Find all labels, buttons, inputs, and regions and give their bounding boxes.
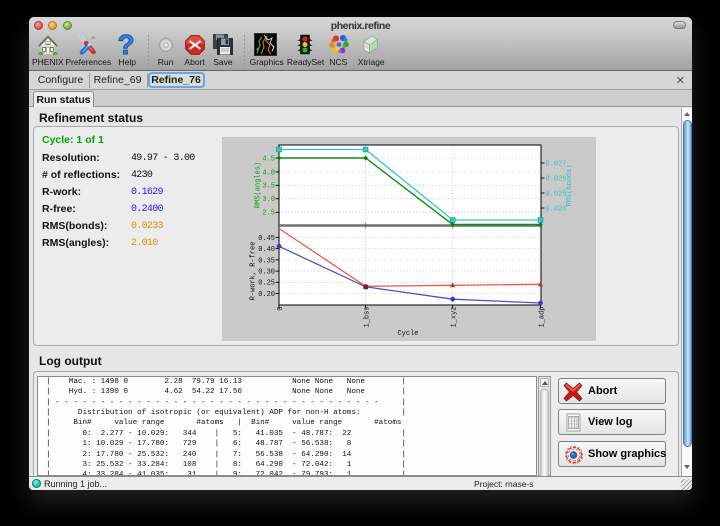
svg-text:1_bss: 1_bss (363, 307, 371, 328)
svg-text:1_xyz: 1_xyz (451, 307, 459, 328)
svg-text:Cycle: Cycle (397, 330, 418, 338)
svg-text:0.025: 0.025 (546, 190, 567, 198)
svg-text:0.024: 0.024 (546, 205, 567, 213)
svg-text:4.0: 4.0 (262, 169, 275, 177)
svg-text:RMS(angles): RMS(angles) (255, 162, 263, 208)
svg-text:0.027: 0.027 (546, 160, 567, 168)
svg-text:0.026: 0.026 (546, 175, 567, 183)
svg-text:0: 0 (277, 307, 285, 311)
svg-text:3.0: 3.0 (262, 196, 275, 204)
svg-text:1_adp: 1_adp (538, 307, 546, 328)
svg-text:RMS(bonds): RMS(bonds) (566, 164, 574, 206)
svg-text:?: ? (117, 31, 134, 57)
svg-text:0.20: 0.20 (258, 291, 275, 299)
svg-text:3.5: 3.5 (262, 183, 275, 191)
svg-text:R-work, R-free: R-work, R-free (250, 242, 258, 301)
svg-text:0.40: 0.40 (258, 246, 275, 254)
svg-text:2.5: 2.5 (262, 210, 275, 218)
svg-text:0.30: 0.30 (258, 269, 275, 277)
svg-text:0.25: 0.25 (258, 280, 275, 288)
svg-text:0.35: 0.35 (258, 257, 275, 265)
svg-text:4.5: 4.5 (262, 156, 275, 164)
svg-text:0.45: 0.45 (258, 235, 275, 243)
